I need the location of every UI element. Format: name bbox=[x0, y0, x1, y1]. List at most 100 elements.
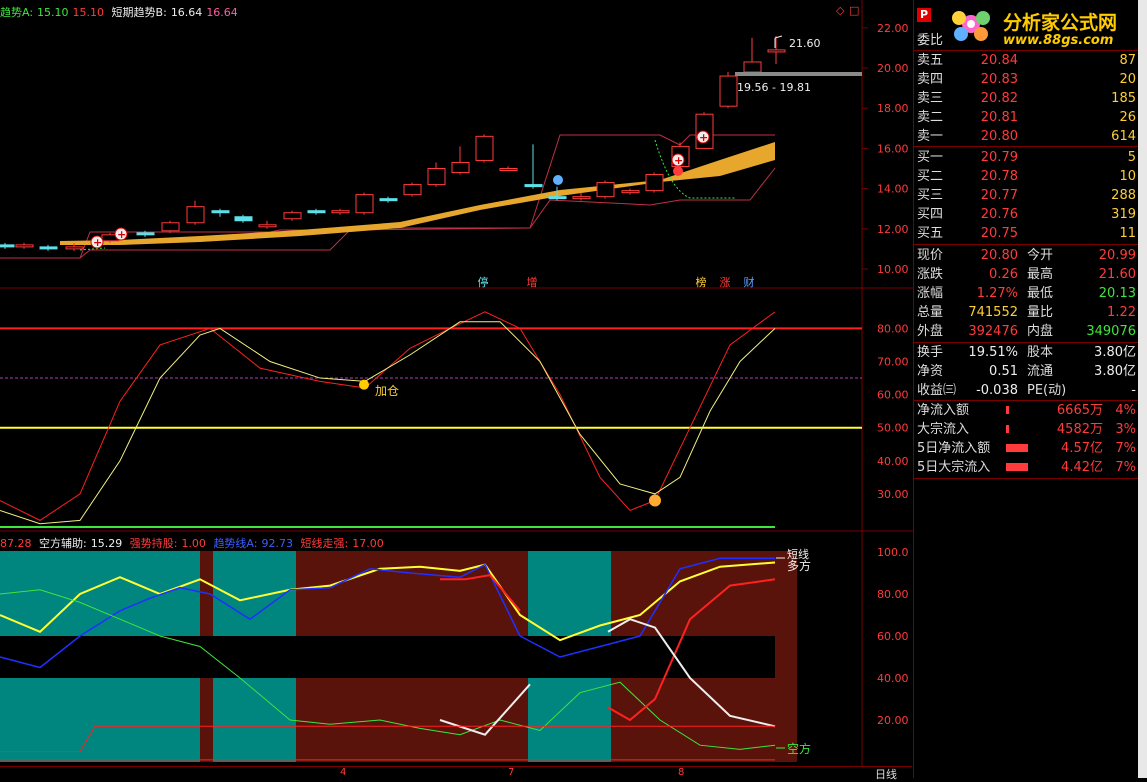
ask-label: 卖五 bbox=[917, 53, 944, 68]
trend-b-label: 短期趋势B: bbox=[111, 6, 167, 19]
flow-amount: 6665万 bbox=[1056, 403, 1103, 418]
stats-row: 收益㈢ -0.038 PE(动) - bbox=[914, 381, 1138, 400]
quote-value2: 1.22 bbox=[1107, 305, 1136, 320]
event-tag-rise[interactable]: 涨 bbox=[718, 274, 732, 290]
flow-bar bbox=[1006, 406, 1009, 414]
event-tag-stop[interactable]: 停 bbox=[476, 274, 490, 290]
bid-price: 20.77 bbox=[980, 188, 1018, 203]
ask-price: 20.82 bbox=[980, 91, 1018, 106]
ask-price: 20.80 bbox=[980, 129, 1018, 144]
bid-volume: 11 bbox=[1119, 226, 1136, 241]
candle-body bbox=[258, 224, 277, 228]
candle-body bbox=[451, 161, 470, 174]
quote-label2: 量比 bbox=[1027, 305, 1054, 320]
quote-value: 0.26 bbox=[989, 267, 1018, 282]
ask-price: 20.81 bbox=[980, 110, 1018, 125]
p-icon[interactable]: P bbox=[917, 8, 931, 22]
indicator-axis-label: 20.00 bbox=[877, 714, 909, 727]
logo-title: 分析家公式网 bbox=[1003, 12, 1118, 34]
quote-row: 外盘 392476 内盘 349076 bbox=[914, 322, 1138, 341]
stats-label: 净资 bbox=[917, 364, 944, 379]
ask-row: 卖二 20.81 26 bbox=[914, 108, 1138, 127]
date-label-7: 7 bbox=[508, 767, 515, 778]
quote-label: 外盘 bbox=[917, 324, 944, 339]
bid-volume: 319 bbox=[1111, 207, 1136, 222]
quote-panel: P 委比 卖五 20.84 87 卖四 20.83 20 卖三 20.82 185 卖二 20.81… bbox=[913, 0, 1139, 778]
bid-price: 20.78 bbox=[980, 169, 1018, 184]
quote-label: 涨跌 bbox=[917, 267, 944, 282]
diamond-icon[interactable]: ◇ bbox=[836, 4, 844, 17]
right-toolbar-strip[interactable] bbox=[1138, 0, 1147, 778]
trend-a-value2: 15.10 bbox=[72, 6, 105, 19]
bid-label: 买一 bbox=[917, 150, 944, 165]
candle-body bbox=[161, 222, 180, 232]
flow-row: 5日净流入额 4.57亿 7% bbox=[914, 439, 1138, 458]
ask-row: 卖五 20.84 87 bbox=[914, 51, 1138, 70]
stats-label2: 股本 bbox=[1027, 345, 1054, 360]
price-axis-label: 18.00 bbox=[877, 102, 909, 115]
quote-label2: 今开 bbox=[1027, 248, 1054, 263]
candle-body bbox=[379, 198, 398, 202]
price-axis-label: 10.00 bbox=[877, 263, 909, 276]
bid-volume: 288 bbox=[1111, 188, 1136, 203]
candle-body bbox=[427, 168, 446, 186]
candle-body bbox=[719, 75, 738, 107]
candle-body bbox=[524, 184, 543, 188]
flow-amount: 4.42亿 bbox=[1061, 460, 1103, 475]
event-tag-finance[interactable]: 财 bbox=[742, 274, 756, 290]
ask-volume: 20 bbox=[1119, 72, 1136, 87]
stats-value2: 3.80亿 bbox=[1094, 364, 1136, 379]
blue-ball-icon bbox=[553, 175, 563, 185]
box-icon[interactable]: □ bbox=[849, 4, 859, 17]
flow-row: 大宗流入 4582万 3% bbox=[914, 420, 1138, 439]
indicator-value-0: 87.28 bbox=[0, 537, 32, 550]
quote-row: 涨幅 1.27% 最低 20.13 bbox=[914, 284, 1138, 303]
period-label[interactable]: 日线 bbox=[875, 766, 897, 782]
quote-label: 现价 bbox=[917, 248, 944, 263]
stats-value: -0.038 bbox=[976, 383, 1018, 398]
event-tag-rank[interactable]: 榜 bbox=[694, 274, 708, 290]
bid-label: 买二 bbox=[917, 169, 944, 184]
candle-body bbox=[548, 196, 567, 200]
bid-row: 买五 20.75 11 bbox=[914, 224, 1138, 243]
flow-label: 净流入额 bbox=[917, 403, 970, 418]
bid-label: 买五 bbox=[917, 226, 944, 241]
flow-label: 5日净流入额 bbox=[917, 441, 991, 456]
candle-body bbox=[645, 174, 664, 192]
trend-a-label: 趋势A: bbox=[0, 6, 34, 19]
trend-b-value2: 16.64 bbox=[206, 6, 238, 19]
quote-value: 20.80 bbox=[980, 248, 1018, 263]
kongfang-label: 空方辅助: bbox=[39, 537, 87, 550]
ask-volume: 185 bbox=[1111, 91, 1136, 106]
bid-volume: 10 bbox=[1119, 169, 1136, 184]
flow-bar bbox=[1006, 463, 1028, 471]
bid-label: 买三 bbox=[917, 188, 944, 203]
stats-label2: PE(动) bbox=[1027, 383, 1067, 398]
candle-body bbox=[743, 61, 762, 73]
quote-row: 现价 20.80 今开 20.99 bbox=[914, 246, 1138, 265]
indicator-axis-label: 40.00 bbox=[877, 672, 909, 685]
candle-body bbox=[403, 184, 422, 196]
quote-label2: 最高 bbox=[1027, 267, 1054, 282]
ask-label: 卖一 bbox=[917, 129, 944, 144]
quote-label2: 内盘 bbox=[1027, 324, 1054, 339]
price-axis-label: 22.00 bbox=[877, 22, 909, 35]
flow-bar bbox=[1006, 425, 1009, 433]
candle-body bbox=[621, 190, 640, 194]
plus-icon: + bbox=[117, 228, 126, 241]
ask-price: 20.83 bbox=[980, 72, 1018, 87]
qushi-value: 92.73 bbox=[261, 537, 293, 550]
event-tag-increase[interactable]: 增 bbox=[525, 274, 539, 290]
qushi-label: 趋势线A: bbox=[213, 537, 258, 550]
plus-icon: + bbox=[674, 154, 683, 167]
logo-url: www.88gs.com bbox=[1003, 33, 1114, 48]
candle-body bbox=[355, 194, 374, 214]
kongfang-side-label: 空方 bbox=[787, 742, 812, 756]
bottom-signal-icon bbox=[649, 494, 661, 507]
candle-body bbox=[136, 232, 155, 236]
bid-price: 20.79 bbox=[980, 150, 1018, 165]
quote-value: 392476 bbox=[968, 324, 1018, 339]
date-label-8: 8 bbox=[678, 767, 685, 778]
stats-label: 收益㈢ bbox=[917, 383, 957, 398]
date-label-4: 4 bbox=[340, 767, 347, 778]
